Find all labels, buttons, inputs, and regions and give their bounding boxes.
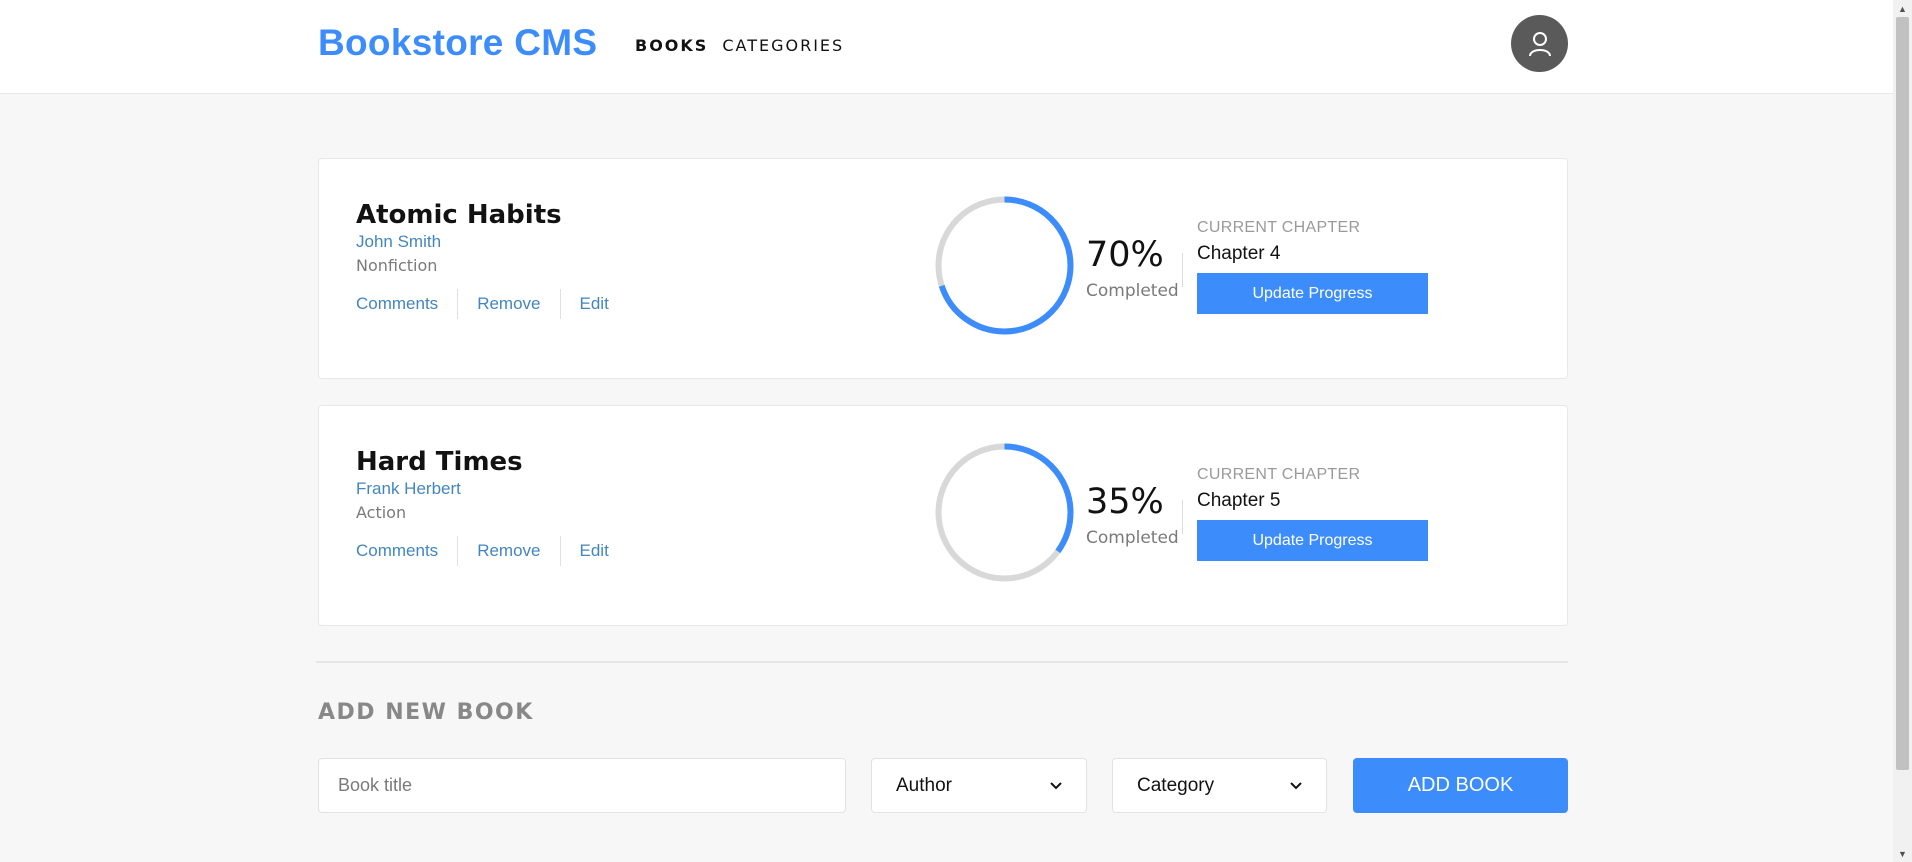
scroll-down-arrow-icon[interactable]: ▼: [1893, 845, 1912, 862]
comments-button[interactable]: Comments: [356, 289, 457, 319]
main-nav: BOOKS CATEGORIES: [635, 36, 844, 55]
edit-button[interactable]: Edit: [559, 536, 628, 566]
app-logo[interactable]: Bookstore CMS: [318, 22, 597, 64]
book-card: Hard Times Frank Herbert Action Comments…: [318, 405, 1568, 626]
comments-button[interactable]: Comments: [356, 536, 457, 566]
current-chapter-label: CURRENT CHAPTER: [1197, 219, 1361, 236]
update-progress-button[interactable]: Update Progress: [1197, 520, 1428, 561]
user-avatar-button[interactable]: [1511, 15, 1568, 72]
book-title: Hard Times: [356, 447, 523, 477]
progress-section: 70% Completed: [932, 193, 1179, 338]
progress-section: 35% Completed: [932, 440, 1179, 585]
nav-categories[interactable]: CATEGORIES: [722, 36, 844, 55]
author-select-value: Author: [896, 774, 952, 796]
book-actions: Comments Remove Edit: [356, 536, 628, 566]
remove-button[interactable]: Remove: [457, 289, 559, 319]
chapter-section: CURRENT CHAPTER Chapter 4 Update Progres…: [1197, 219, 1428, 314]
current-chapter-label: CURRENT CHAPTER: [1197, 466, 1361, 483]
current-chapter-value: Chapter 5: [1197, 490, 1281, 511]
chapter-section: CURRENT CHAPTER Chapter 5 Update Progres…: [1197, 466, 1428, 561]
nav-books[interactable]: BOOKS: [635, 36, 708, 55]
book-category: Nonfiction: [356, 256, 438, 275]
top-header: Bookstore CMS BOOKS CATEGORIES: [0, 0, 1893, 94]
chevron-down-icon: [1290, 781, 1302, 789]
book-info: Atomic Habits John Smith Nonfiction Comm…: [356, 199, 628, 319]
add-book-button[interactable]: ADD BOOK: [1353, 758, 1568, 813]
section-divider: [1182, 253, 1183, 287]
page-scrollbar[interactable]: ▲ ▼: [1893, 0, 1912, 862]
chevron-down-icon: [1050, 781, 1062, 789]
add-book-heading: ADD NEW BOOK: [318, 700, 534, 725]
progress-completed-label: Completed: [1086, 528, 1179, 548]
progress-percent: 70%: [1086, 235, 1164, 275]
book-title: Atomic Habits: [356, 200, 562, 230]
progress-ring: [935, 196, 1074, 335]
book-category: Action: [356, 503, 407, 522]
book-card: Atomic Habits John Smith Nonfiction Comm…: [318, 158, 1568, 379]
book-actions: Comments Remove Edit: [356, 289, 628, 319]
section-divider: [1182, 500, 1183, 534]
form-divider: [316, 661, 1568, 663]
edit-button[interactable]: Edit: [559, 289, 628, 319]
current-chapter-value: Chapter 4: [1197, 243, 1281, 264]
user-icon: [1528, 31, 1551, 56]
remove-button[interactable]: Remove: [457, 536, 559, 566]
book-author: John Smith: [356, 232, 442, 251]
author-select[interactable]: Author: [871, 758, 1087, 813]
book-author: Frank Herbert: [356, 479, 461, 498]
book-info: Hard Times Frank Herbert Action Comments…: [356, 446, 628, 566]
category-select[interactable]: Category: [1112, 758, 1327, 813]
progress-percent: 35%: [1086, 482, 1164, 522]
book-title-input[interactable]: [318, 758, 846, 813]
update-progress-button[interactable]: Update Progress: [1197, 273, 1428, 314]
category-select-value: Category: [1137, 774, 1215, 796]
scroll-up-arrow-icon[interactable]: ▲: [1893, 0, 1912, 17]
progress-ring: [935, 443, 1074, 582]
progress-completed-label: Completed: [1086, 281, 1179, 301]
scrollbar-thumb[interactable]: [1896, 17, 1909, 770]
